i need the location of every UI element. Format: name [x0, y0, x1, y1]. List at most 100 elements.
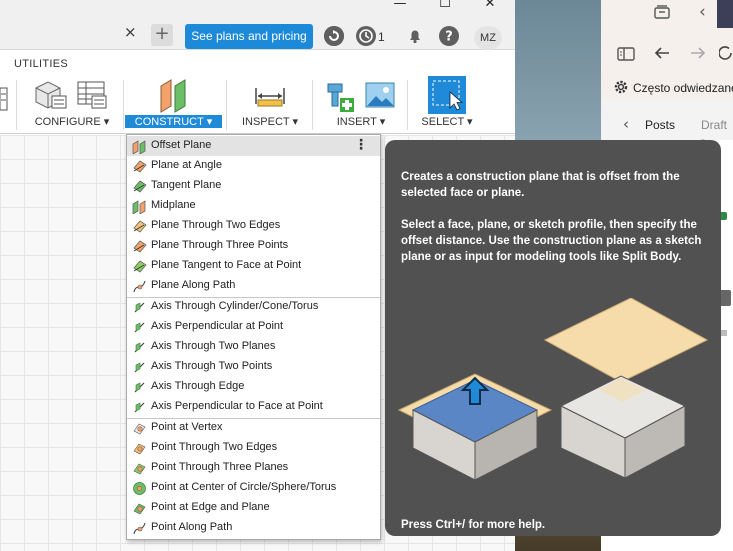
tab-scroll-left-icon[interactable]: ‹	[699, 2, 706, 22]
menu-item-label: Plane Through Two Edges	[151, 219, 281, 231]
menu-item-point-at-center-of-circle-sphere-torus[interactable]: Point at Center of Circle/Sphere/Torus	[127, 478, 380, 498]
axis-perp-face-icon	[132, 400, 147, 415]
forward-arrow-icon[interactable]	[689, 45, 707, 65]
offset-plane-icon	[132, 139, 147, 155]
close-tab-icon[interactable]: ×	[124, 23, 137, 41]
tooltip-summary: Creates a construction plane that is off…	[401, 171, 680, 199]
menu-item-label: Point Along Path	[151, 521, 233, 533]
menu-item-label: Axis Perpendicular at Point	[151, 320, 284, 332]
configure-menu-button[interactable]: CONFIGURE ▾	[24, 115, 120, 128]
menu-item-axis-through-cylinder-cone-torus[interactable]: Axis Through Cylinder/Cone/Torus	[127, 297, 380, 317]
inspect-menu-button[interactable]: INSPECT ▾	[230, 115, 310, 128]
extensions-icon[interactable]	[324, 26, 344, 46]
select-window-icon[interactable]	[428, 76, 466, 114]
menu-item-plane-through-three-points[interactable]: Plane Through Three Points	[127, 236, 380, 256]
menu-item-label: Plane Along Path	[151, 279, 236, 291]
menu-item-plane-along-path[interactable]: Plane Along Path	[127, 276, 380, 296]
point-two-edges-icon	[132, 441, 147, 456]
menu-item-axis-through-two-points[interactable]: Axis Through Two Points	[127, 357, 380, 377]
configure-cube-icon[interactable]	[32, 78, 68, 112]
menu-item-midplane[interactable]: Midplane	[127, 196, 380, 216]
insert-group: INSERT ▾	[318, 76, 404, 132]
tab-overview-icon[interactable]	[653, 4, 671, 24]
notifications-bell-icon[interactable]	[405, 26, 425, 46]
point-vertex-icon	[132, 421, 147, 436]
select-menu-button[interactable]: SELECT ▾	[412, 115, 482, 128]
help-icon[interactable]: ?	[439, 26, 459, 46]
more-options-icon[interactable]: ⋮	[354, 138, 368, 152]
construct-dropdown-menu: Offset Plane ⋮ Plane at Angle Tangent Plane…	[126, 134, 381, 540]
menu-item-tangent-plane[interactable]: Tangent Plane	[127, 176, 380, 196]
point-edge-plane-icon	[132, 501, 147, 516]
sidebar-toggle-icon[interactable]	[617, 46, 635, 66]
plane-at-angle-icon	[132, 159, 147, 174]
minimize-button[interactable]: —	[385, 0, 415, 12]
configure-table-icon[interactable]	[76, 78, 108, 112]
selected-face-box-illustration	[397, 373, 553, 481]
chevron-left-icon[interactable]: ‹	[623, 115, 629, 133]
offset-plane-illustration	[395, 297, 715, 498]
active-tab-edge	[717, 0, 733, 28]
user-avatar[interactable]: MZ	[474, 26, 502, 50]
point-three-planes-icon	[132, 461, 147, 476]
menu-item-label: Plane Through Three Points	[151, 239, 289, 251]
offset-plane-icon[interactable]	[157, 76, 193, 114]
menu-item-axis-through-two-planes[interactable]: Axis Through Two Planes	[127, 337, 380, 357]
job-status-icon[interactable]	[356, 26, 376, 46]
menu-item-label: Axis Through Cylinder/Cone/Torus	[151, 300, 319, 312]
menu-item-point-along-path[interactable]: Point Along Path	[127, 518, 380, 538]
construct-menu-button[interactable]: CONSTRUCT ▾	[125, 115, 222, 128]
point-center-icon	[132, 481, 147, 496]
point-along-path-icon	[132, 521, 147, 536]
select-group: SELECT ▾	[412, 76, 482, 132]
menu-item-point-at-vertex[interactable]: Point at Vertex	[127, 418, 380, 438]
group-divider	[16, 80, 17, 130]
axis-edge-icon	[132, 380, 147, 395]
modify-tool-icon[interactable]	[0, 84, 8, 112]
title-bar: — ☐ ✕	[0, 0, 515, 14]
plane-along-path-icon	[132, 279, 147, 294]
insert-mcmaster-icon[interactable]	[322, 80, 358, 114]
plane-two-edges-icon	[132, 219, 147, 234]
close-window-button[interactable]: ✕	[475, 0, 505, 12]
menu-item-plane-tangent-to-face-at-point[interactable]: Plane Tangent to Face at Point	[127, 256, 380, 276]
plane-tangent-face-icon	[132, 259, 147, 274]
menu-item-offset-plane[interactable]: Offset Plane ⋮	[127, 136, 380, 156]
insert-image-icon[interactable]	[364, 80, 396, 112]
tangent-plane-icon	[132, 179, 147, 194]
menu-item-plane-at-angle[interactable]: Plane at Angle	[127, 156, 380, 176]
construct-group: CONSTRUCT ▾	[125, 76, 222, 132]
reload-icon[interactable]	[718, 45, 733, 65]
maximize-button[interactable]: ☐	[430, 0, 460, 12]
menu-item-label: Axis Through Two Points	[151, 360, 273, 372]
menu-item-axis-through-edge[interactable]: Axis Through Edge	[127, 377, 380, 397]
menu-item-label: Point at Center of Circle/Sphere/Torus	[151, 481, 337, 493]
back-arrow-icon[interactable]	[653, 45, 671, 65]
toolbar-ribbon: UTILITIES CONFIGURE ▾ CONSTRUCT ▾ INSPEC…	[0, 50, 515, 134]
job-count: 1	[378, 30, 385, 44]
tab-utilities[interactable]: UTILITIES	[14, 58, 68, 70]
measure-icon[interactable]	[252, 82, 288, 112]
group-divider	[123, 80, 124, 130]
menu-item-label: Offset Plane	[151, 139, 212, 151]
menu-item-label: Point at Vertex	[151, 421, 223, 433]
new-tab-button[interactable]: +	[151, 24, 173, 46]
menu-item-axis-perpendicular-at-point[interactable]: Axis Perpendicular at Point	[127, 317, 380, 337]
posts-link[interactable]: Posts	[645, 118, 675, 132]
menu-item-label: Plane at Angle	[151, 159, 222, 171]
menu-item-plane-through-two-edges[interactable]: Plane Through Two Edges	[127, 216, 380, 236]
see-plans-button[interactable]: See plans and pricing	[185, 24, 313, 49]
menu-item-point-at-edge-and-plane[interactable]: Point at Edge and Plane	[127, 498, 380, 518]
menu-item-point-through-two-edges[interactable]: Point Through Two Edges	[127, 438, 380, 458]
menu-item-label: Midplane	[151, 199, 196, 211]
midplane-icon	[132, 199, 147, 215]
bookmark-most-visited[interactable]: Często odwiedzane	[633, 81, 733, 95]
document-tab-bar: × + See plans and pricing 1 ? MZ	[0, 14, 515, 50]
axis-cylinder-icon	[132, 300, 147, 315]
menu-item-axis-perpendicular-to-face-at-point[interactable]: Axis Perpendicular to Face at Point	[127, 397, 380, 417]
group-divider	[226, 80, 227, 130]
menu-item-label: Axis Through Two Planes	[151, 340, 276, 352]
offset-plane-result-illustration	[543, 297, 709, 479]
insert-menu-button[interactable]: INSERT ▾	[318, 115, 404, 128]
menu-item-point-through-three-planes[interactable]: Point Through Three Planes	[127, 458, 380, 478]
